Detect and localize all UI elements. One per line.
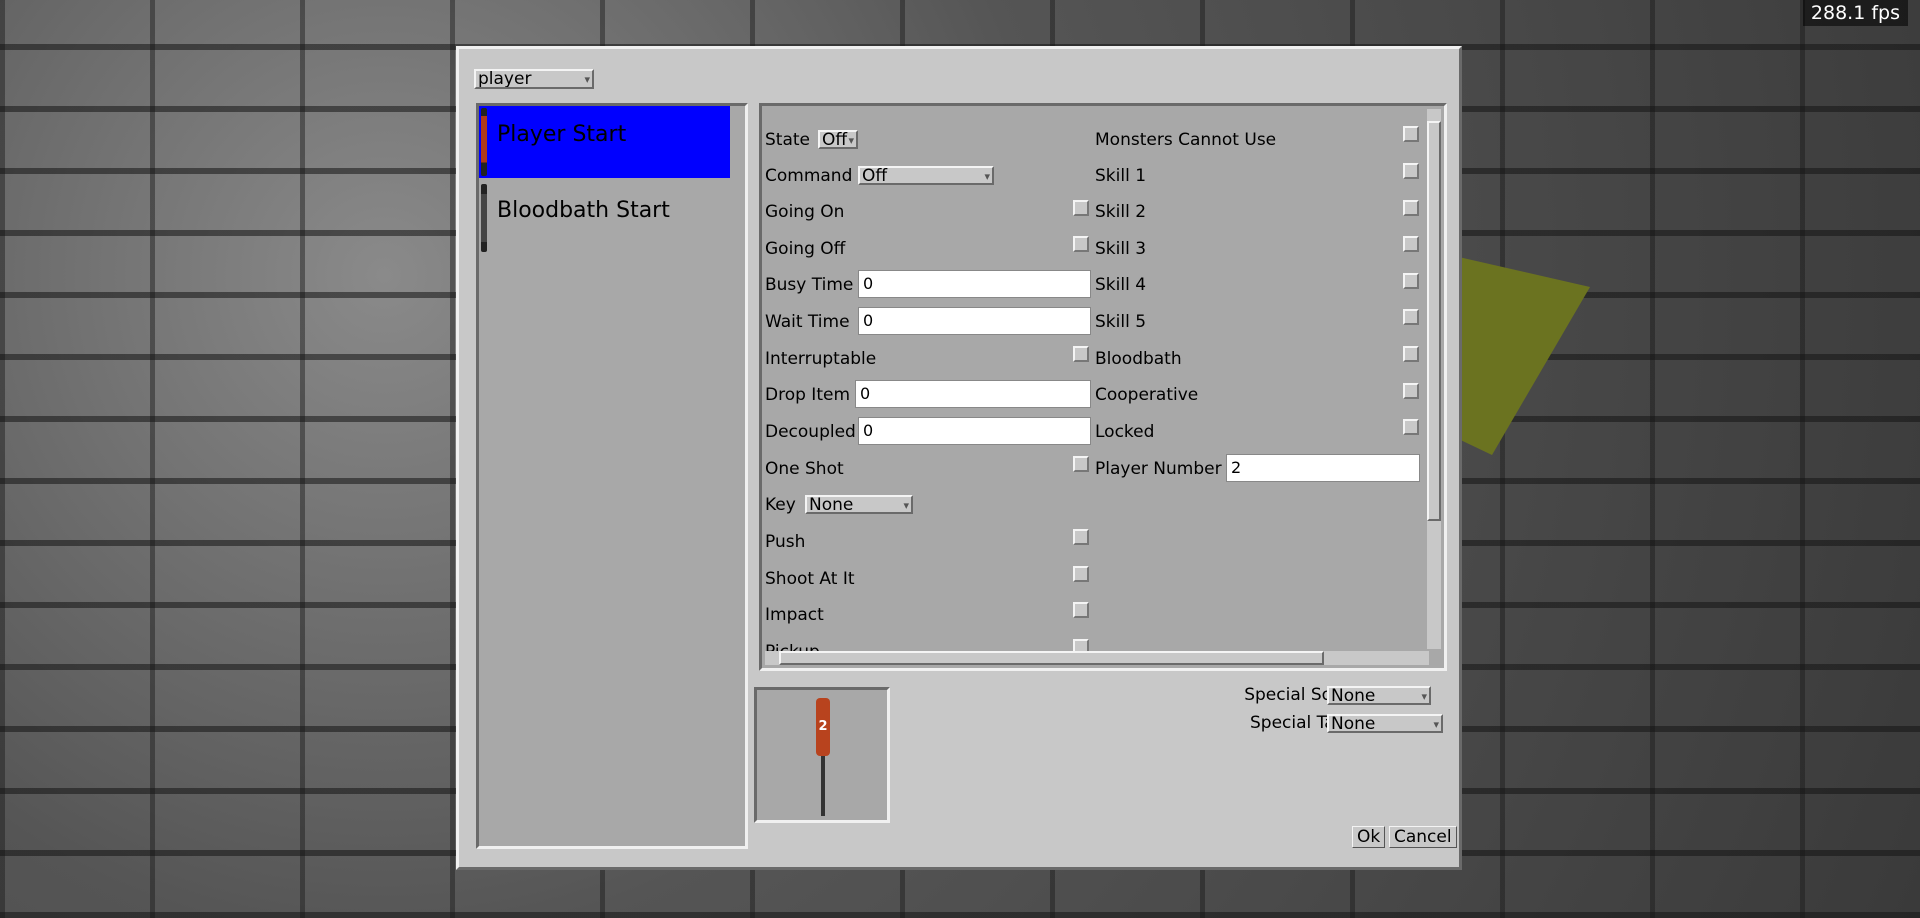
flag-pole	[821, 756, 825, 816]
impact-checkbox[interactable]	[1073, 602, 1089, 618]
bloodbath-label: Bloodbath	[1095, 349, 1182, 369]
entity-properties-dialog: player ▾ Player Start Bloodbath Start St…	[456, 46, 1462, 870]
list-item-bloodbath-start[interactable]: Bloodbath Start	[479, 182, 730, 254]
decoupled-input[interactable]: 0	[858, 417, 1091, 445]
wait-time-input[interactable]: 0	[858, 307, 1091, 335]
pickup-row-clip: Pickup	[762, 634, 1102, 652]
command-value: Off	[862, 166, 888, 185]
ok-button[interactable]: Ok	[1352, 826, 1386, 848]
locked-label: Locked	[1095, 422, 1155, 442]
going-on-checkbox[interactable]	[1073, 200, 1089, 216]
entity-type-dropdown[interactable]: player ▾	[474, 69, 594, 89]
push-label: Push	[765, 532, 806, 552]
skill-5-label: Skill 5	[1095, 312, 1147, 332]
wait-time-label: Wait Time	[765, 312, 850, 332]
impact-label: Impact	[765, 605, 824, 625]
dropdown-arrow-icon: ▾	[1421, 690, 1427, 703]
skill-4-label: Skill 4	[1095, 275, 1147, 295]
player-start-flag-icon: 2	[816, 698, 830, 756]
decoupled-label: Decoupled	[765, 422, 856, 442]
horizontal-scrollbar[interactable]	[765, 651, 1429, 665]
player-start-icon	[481, 108, 487, 176]
cooperative-checkbox[interactable]	[1403, 383, 1419, 399]
dropdown-arrow-icon: ▾	[848, 134, 854, 147]
vertical-scrollbar[interactable]	[1427, 109, 1441, 649]
list-item-label: Player Start	[497, 122, 627, 147]
list-item-label: Bloodbath Start	[497, 198, 670, 223]
list-item-player-start[interactable]: Player Start	[479, 106, 730, 178]
one-shot-checkbox[interactable]	[1073, 456, 1089, 472]
monsters-cannot-use-label: Monsters Cannot Use	[1095, 130, 1277, 150]
entity-preview: 2	[754, 687, 890, 823]
command-dropdown[interactable]: Off ▾	[858, 166, 994, 185]
monsters-cannot-use-checkbox[interactable]	[1403, 126, 1419, 142]
special-source-value: None	[1331, 686, 1376, 705]
vertical-scroll-thumb[interactable]	[1427, 121, 1441, 521]
special-target-dropdown[interactable]: None ▾	[1327, 714, 1443, 733]
command-label: Command	[765, 166, 853, 186]
shoot-at-it-label: Shoot At It	[765, 569, 855, 589]
special-target-value: None	[1331, 714, 1376, 733]
busy-time-label: Busy Time	[765, 275, 854, 295]
dropdown-arrow-icon: ▾	[1433, 718, 1439, 731]
dropdown-arrow-icon: ▾	[584, 73, 590, 86]
skill-4-checkbox[interactable]	[1403, 273, 1419, 289]
key-value: None	[809, 495, 854, 514]
shoot-at-it-checkbox[interactable]	[1073, 566, 1089, 582]
interruptable-checkbox[interactable]	[1073, 346, 1089, 362]
skill-2-checkbox[interactable]	[1403, 200, 1419, 216]
key-dropdown[interactable]: None ▾	[805, 495, 913, 514]
dropdown-arrow-icon: ▾	[903, 499, 909, 512]
key-label: Key	[765, 495, 796, 515]
fps-counter: 288.1 fps	[1802, 0, 1908, 26]
skill-5-checkbox[interactable]	[1403, 309, 1419, 325]
cooperative-label: Cooperative	[1095, 385, 1199, 405]
going-off-checkbox[interactable]	[1073, 236, 1089, 252]
special-source-dropdown[interactable]: None ▾	[1327, 686, 1431, 705]
push-checkbox[interactable]	[1073, 529, 1089, 545]
skill-1-label: Skill 1	[1095, 166, 1147, 186]
bloodbath-start-icon	[481, 184, 487, 252]
background-wedge	[1450, 255, 1590, 455]
skill-1-checkbox[interactable]	[1403, 163, 1419, 179]
skill-2-label: Skill 2	[1095, 202, 1147, 222]
drop-item-label: Drop Item	[765, 385, 850, 405]
interruptable-label: Interruptable	[765, 349, 877, 369]
skill-3-checkbox[interactable]	[1403, 236, 1419, 252]
properties-panel: State Off ▾ Command Off ▾ Going On Going…	[759, 103, 1447, 671]
going-off-label: Going Off	[765, 239, 846, 259]
player-number-input[interactable]: 2	[1226, 454, 1420, 482]
bloodbath-checkbox[interactable]	[1403, 346, 1419, 362]
locked-checkbox[interactable]	[1403, 419, 1419, 435]
horizontal-scroll-thumb[interactable]	[779, 651, 1324, 665]
player-number-label: Player Number	[1095, 459, 1222, 479]
entity-list[interactable]: Player Start Bloodbath Start	[476, 103, 748, 849]
dropdown-arrow-icon: ▾	[984, 170, 990, 183]
busy-time-input[interactable]: 0	[858, 270, 1091, 298]
drop-item-input[interactable]: 0	[855, 380, 1091, 408]
going-on-label: Going On	[765, 202, 845, 222]
cancel-button[interactable]: Cancel	[1389, 826, 1457, 848]
state-value: Off	[822, 130, 848, 149]
state-label: State	[765, 130, 810, 150]
state-dropdown[interactable]: Off ▾	[818, 130, 858, 149]
one-shot-label: One Shot	[765, 459, 844, 479]
entity-type-value: player	[478, 69, 532, 89]
skill-3-label: Skill 3	[1095, 239, 1147, 259]
